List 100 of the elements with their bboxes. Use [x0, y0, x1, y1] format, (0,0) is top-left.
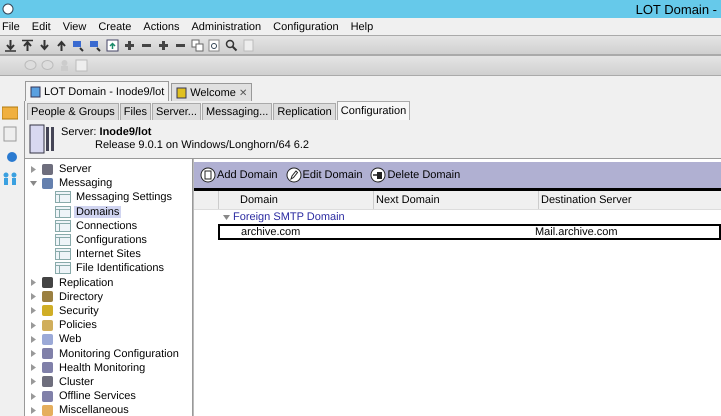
- arrow-up-icon[interactable]: [55, 38, 68, 52]
- table-icon: [55, 248, 71, 260]
- column-header[interactable]: Destination Server: [539, 191, 721, 209]
- tree-item-icon: [41, 276, 54, 290]
- tree-item-icon: [41, 176, 54, 190]
- tab[interactable]: Server...: [152, 103, 201, 120]
- tree-item-icon: [41, 347, 54, 360]
- expander-icon[interactable]: [29, 363, 38, 372]
- action-icon: [200, 167, 216, 183]
- tab[interactable]: Replication: [273, 103, 336, 120]
- tree-item[interactable]: Cluster: [57, 376, 96, 388]
- plus-icon[interactable]: [123, 38, 136, 52]
- action-button[interactable]: Delete Domain: [370, 167, 460, 183]
- copy-icon[interactable]: [191, 38, 204, 52]
- table-icon: [55, 206, 71, 218]
- table-row[interactable]: archive.com Mail.archive.com: [218, 224, 721, 240]
- window-title: LOT Domain -: [636, 2, 717, 16]
- tree-item[interactable]: Server: [57, 163, 94, 176]
- tree-item[interactable]: File Identifications: [74, 262, 166, 274]
- tab[interactable]: Files: [120, 103, 152, 120]
- action-icon: [370, 167, 386, 183]
- server-name: Inode9/lot: [100, 126, 152, 138]
- group-label[interactable]: Foreign SMTP Domain: [233, 211, 345, 223]
- expander-icon[interactable]: [29, 178, 38, 188]
- menu-item[interactable]: Edit: [30, 20, 57, 32]
- document-icon[interactable]: [2, 126, 18, 142]
- menu-item[interactable]: Configuration: [271, 20, 345, 32]
- column-header[interactable]: Domain: [219, 191, 374, 209]
- tree-item[interactable]: Policies: [57, 319, 99, 332]
- table-cell: archive.com: [241, 226, 300, 238]
- expander-icon[interactable]: [29, 320, 38, 330]
- tree-item[interactable]: Configurations: [74, 234, 149, 246]
- window-icon[interactable]: [106, 38, 119, 52]
- menu-item[interactable]: Create: [96, 20, 138, 32]
- close-icon[interactable]: ✕: [238, 86, 247, 98]
- tree-item[interactable]: Messaging Settings: [74, 191, 174, 204]
- document-icon: [30, 86, 41, 98]
- tree-item-icon: [41, 290, 54, 304]
- tree-item[interactable]: Web: [57, 333, 84, 346]
- server-icon: [29, 123, 55, 155]
- document-icon: [176, 86, 188, 98]
- menu-item[interactable]: View: [60, 20, 92, 32]
- document-tab[interactable]: Welcome ✕: [171, 83, 252, 101]
- tree-item[interactable]: Health Monitoring: [57, 362, 148, 374]
- table-icon: [55, 234, 71, 246]
- arrow-top-icon[interactable]: [21, 38, 34, 52]
- action-button[interactable]: Edit Domain: [286, 167, 362, 183]
- document-icon[interactable]: [242, 38, 255, 52]
- server-label: Server:: [61, 126, 96, 138]
- action-icon: [286, 167, 302, 183]
- download-icon[interactable]: [4, 38, 17, 52]
- app-icon: [2, 3, 14, 15]
- search-icon[interactable]: [225, 38, 238, 52]
- menu-item[interactable]: File: [0, 20, 26, 32]
- tree-item[interactable]: Monitoring Configuration: [57, 348, 181, 360]
- action-button[interactable]: Add Domain: [200, 167, 278, 183]
- tree-item[interactable]: Security: [57, 304, 101, 317]
- table-icon: [55, 191, 71, 204]
- tree-item[interactable]: Connections: [74, 220, 140, 232]
- tree-item[interactable]: Messaging: [57, 177, 114, 190]
- tree-item-icon: [41, 375, 54, 388]
- tab[interactable]: People & Groups: [27, 103, 119, 120]
- expander-icon[interactable]: [29, 306, 38, 316]
- tree-item[interactable]: Miscellaneous: [57, 404, 131, 416]
- tree-item[interactable]: Directory: [57, 290, 106, 303]
- people-icon[interactable]: [2, 170, 18, 186]
- expander-icon[interactable]: [29, 164, 38, 174]
- arrow-down-icon[interactable]: [38, 38, 51, 52]
- expander-icon[interactable]: [29, 278, 38, 288]
- menu-item[interactable]: Actions: [141, 20, 186, 32]
- table-cell: Mail.archive.com: [535, 226, 618, 238]
- table-icon: [55, 220, 71, 232]
- tree-item[interactable]: Replication: [57, 276, 116, 289]
- tree-item-icon: [41, 404, 54, 416]
- expander-icon[interactable]: [29, 349, 38, 358]
- column-header[interactable]: Next Domain: [374, 191, 539, 209]
- expander-icon[interactable]: [29, 334, 38, 344]
- tree-item-icon: [41, 162, 54, 176]
- expander-icon[interactable]: [29, 406, 38, 415]
- release-text: Release 9.0.1 on Windows/Longhorn/64 6.2: [94, 139, 310, 152]
- tree-item-icon: [41, 390, 54, 403]
- tab[interactable]: Configuration: [336, 101, 410, 120]
- tree-item-icon: [41, 318, 54, 332]
- tree-item[interactable]: Domains: [74, 206, 122, 218]
- document-tab[interactable]: LOT Domain - Inode9/lot: [25, 81, 170, 101]
- tab[interactable]: Messaging...: [202, 103, 272, 120]
- tree-item[interactable]: Internet Sites: [74, 248, 143, 260]
- plus-icon[interactable]: [157, 38, 170, 52]
- expander-icon[interactable]: [29, 377, 38, 386]
- expander-icon[interactable]: [29, 392, 38, 401]
- tree-item-icon: [41, 304, 54, 318]
- tree-item-icon: [41, 332, 54, 346]
- tree-item-icon: [41, 361, 54, 374]
- folder-icon[interactable]: [2, 104, 18, 120]
- tree-item[interactable]: Offline Services: [57, 390, 138, 402]
- expander-icon[interactable]: [222, 212, 231, 222]
- menu-item[interactable]: Help: [348, 20, 380, 32]
- expander-icon[interactable]: [29, 292, 38, 302]
- menu-item[interactable]: Administration: [189, 20, 268, 32]
- table-icon: [55, 262, 71, 274]
